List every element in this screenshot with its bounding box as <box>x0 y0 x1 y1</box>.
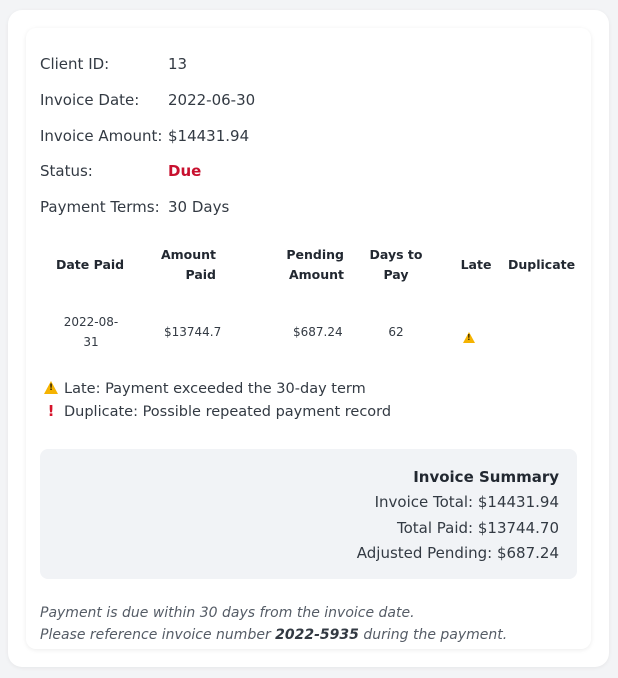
invoice-amount-label: Invoice Amount: <box>40 127 163 145</box>
cell-late <box>463 327 475 346</box>
client-id-value: 13 <box>168 55 188 73</box>
payment-terms-value: 30 Days <box>168 198 230 216</box>
summary-invoice-total: Invoice Total: $14431.94 <box>374 493 559 511</box>
cell-date-paid-line2: 31 <box>83 335 99 349</box>
footer-note-line1: Payment is due within 30 days from the i… <box>40 605 415 621</box>
legend-late: Late: Payment exceeded the 30-day term <box>42 379 366 399</box>
col-header-pending-line1: Pending <box>286 247 344 262</box>
exclamation-icon: ! <box>47 402 55 420</box>
col-header-date-paid: Date Paid <box>56 257 125 272</box>
col-header-days-line2: Pay <box>383 267 409 282</box>
footer-suffix: during the payment. <box>358 627 508 643</box>
invoice-summary: Invoice Summary Invoice Total: $14431.94… <box>40 449 577 579</box>
col-header-late: Late <box>460 257 492 272</box>
cell-date-paid-line1: 2022-08- <box>63 315 119 329</box>
client-id-label: Client ID: <box>40 55 110 73</box>
footer-note-line2: Please reference invoice number 2022-593… <box>40 625 507 645</box>
col-header-duplicate: Duplicate <box>508 257 576 272</box>
warning-icon <box>44 381 58 394</box>
footer-prefix: Please reference invoice number <box>40 627 276 643</box>
col-header-days-line1: Days to <box>369 247 423 262</box>
invoice-amount-value: $14431.94 <box>168 127 250 145</box>
col-header-pending-line2: Amount <box>288 267 344 282</box>
invoice-date-value: 2022-06-30 <box>168 91 256 109</box>
col-header-amount-paid-line2: Paid <box>185 267 217 282</box>
payment-terms-label: Payment Terms: <box>40 198 160 216</box>
summary-adjusted-pending: Adjusted Pending: $687.24 <box>356 544 559 562</box>
cell-days-to-pay: 62 <box>388 325 404 339</box>
col-header-amount-paid-line1: Amount <box>160 247 216 262</box>
invoice-date-label: Invoice Date: <box>40 91 140 109</box>
summary-title: Invoice Summary <box>413 468 559 486</box>
status-badge: Due <box>168 162 202 180</box>
summary-total-paid: Total Paid: $13744.70 <box>397 519 559 537</box>
invoice-number: 2022-5935 <box>275 627 359 643</box>
legend-duplicate-text: Duplicate: Possible repeated payment rec… <box>64 404 392 420</box>
cell-pending-amount: $687.24 <box>293 325 343 339</box>
warning-icon <box>463 332 475 343</box>
cell-amount-paid: $13744.7 <box>164 325 222 339</box>
status-label: Status: <box>40 162 93 180</box>
invoice-outer-card: Client ID: 13 Invoice Date: 2022-06-30 I… <box>8 10 609 667</box>
invoice-card: Client ID: 13 Invoice Date: 2022-06-30 I… <box>26 28 591 649</box>
legend-duplicate: ! Duplicate: Possible repeated payment re… <box>42 401 392 422</box>
legend-late-text: Late: Payment exceeded the 30-day term <box>64 381 366 397</box>
